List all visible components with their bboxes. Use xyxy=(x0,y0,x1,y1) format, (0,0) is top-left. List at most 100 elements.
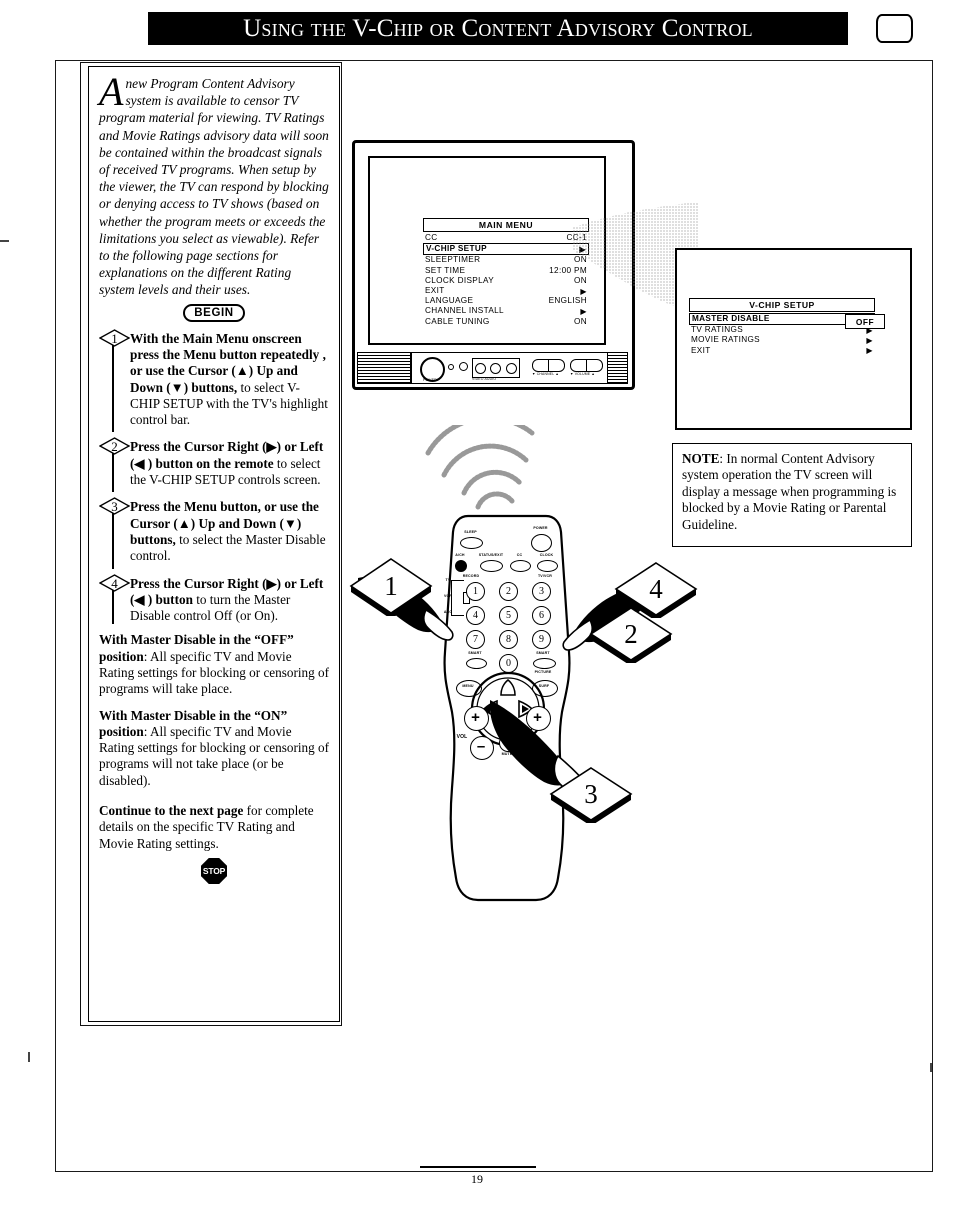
main-menu-row-cable-tuning[interactable]: CABLE TUNING ON xyxy=(423,317,589,327)
main-menu-label-vchip-setup: V-CHIP SETUP xyxy=(426,244,487,254)
vchip-setup-title: V-CHIP SETUP xyxy=(689,298,875,312)
manual-page: Using the V-Chip or Content Advisory Con… xyxy=(0,0,954,1230)
tv-volume-buttons[interactable] xyxy=(570,359,603,372)
tv-volume-down-button xyxy=(571,360,587,371)
vchip-row-movie-ratings[interactable]: MOVIE RATINGS ▶ xyxy=(689,335,875,345)
callout-diamond-1-number: 1 xyxy=(384,570,398,601)
tv-screen: MAIN MENU CC CC-1 V-CHIP SETUP ▶ SLEEPTI… xyxy=(370,158,604,343)
tv-volume-up-button xyxy=(587,360,602,371)
vchip-label-movie-ratings: MOVIE RATINGS xyxy=(691,335,760,345)
callout-diamond-3-number: 3 xyxy=(584,778,598,809)
begin-badge: BEGIN xyxy=(183,303,245,322)
tv-panel-center: POWER VIDEO AUDIO ▼ CHANNEL ▲ ▼ VOLUME ▲ xyxy=(411,352,608,384)
crop-mark-left-top xyxy=(0,240,9,242)
main-menu-row-sleeptimer[interactable]: SLEEPTIMER ON xyxy=(423,255,589,265)
main-menu-label-cc: CC xyxy=(425,233,438,242)
vchip-row-exit[interactable]: EXIT ▶ xyxy=(689,346,875,356)
main-menu-label-sleeptimer: SLEEPTIMER xyxy=(425,255,481,265)
tv-audio-right-jack[interactable] xyxy=(505,362,517,374)
main-menu-label-exit: EXIT xyxy=(425,286,445,296)
tv-volume-label: ▼ VOLUME ▲ xyxy=(570,372,595,376)
tv-channel-label: ▼ CHANNEL ▲ xyxy=(532,372,559,376)
callout-diamond-2-number: 2 xyxy=(624,618,638,649)
step-1: 1 With the Main Menu onscreen press the … xyxy=(99,328,329,433)
main-menu-row-clock-display[interactable]: CLOCK DISPLAY ON xyxy=(423,276,589,286)
callout-diamond-1: 1 xyxy=(348,556,434,619)
step-4-rail xyxy=(112,586,114,625)
vchip-value-exit: ▶ xyxy=(866,346,873,356)
tv-video-jack[interactable] xyxy=(475,362,487,374)
tv-screen-icon xyxy=(876,14,913,43)
stop-badge: STOP xyxy=(201,857,227,884)
continue-bold: Continue to the next page xyxy=(99,803,244,819)
main-menu-label-clock-display: CLOCK DISPLAY xyxy=(425,275,495,285)
main-menu-label-channel-install: CHANNEL INSTALL xyxy=(425,306,504,316)
begin-badge-wrapper: BEGIN xyxy=(99,303,329,322)
page-title: Using the V-Chip or Content Advisory Con… xyxy=(243,14,753,42)
tv-power-label: POWER xyxy=(423,378,437,382)
vchip-setup-callout-panel: V-CHIP SETUP MASTER DISABLE ON TV RATING… xyxy=(675,248,912,430)
main-menu-row-exit[interactable]: EXIT ▶ xyxy=(423,286,589,296)
main-menu-row-cc[interactable]: CC CC-1 xyxy=(423,233,589,243)
tv-channel-buttons[interactable] xyxy=(532,359,565,372)
page-header-bar: Using the V-Chip or Content Advisory Con… xyxy=(148,12,848,45)
main-menu-label-language: LANGUAGE xyxy=(425,296,474,306)
vchip-label-master-disable: MASTER DISABLE xyxy=(692,314,770,323)
intro-dropcap: A xyxy=(99,69,124,114)
instruction-column: Anew Program Content Advisory system is … xyxy=(88,66,340,1022)
svg-text:1: 1 xyxy=(111,331,118,346)
main-menu-row-set-time[interactable]: SET TIME 12:00 PM xyxy=(423,266,589,276)
step-2-badge: 2 xyxy=(99,437,130,456)
step-1-badge: 1 xyxy=(99,328,130,347)
tv-audio-left-jack[interactable] xyxy=(490,362,502,374)
step-4-text: Press the Cursor Right (▶) or Left (◀ ) … xyxy=(130,576,329,625)
main-menu-row-language[interactable]: LANGUAGE ENGLISH xyxy=(423,296,589,306)
vchip-label-tv-ratings: TV RATINGS xyxy=(691,325,744,335)
step-3-rail xyxy=(112,510,114,569)
vchip-label-exit: EXIT xyxy=(691,345,711,355)
step-4-badge: 4 xyxy=(99,573,130,592)
svg-text:4: 4 xyxy=(111,576,118,591)
vchip-off-value-flag: OFF xyxy=(845,314,885,329)
tv-channel-down-button xyxy=(533,360,549,371)
tv-speaker-left xyxy=(357,352,411,384)
callout-diamond-2: 2 xyxy=(588,605,674,666)
master-disable-on-note: With Master Disable in the “ON” position… xyxy=(99,708,329,789)
tv-channel-up-button xyxy=(549,360,564,371)
main-menu-label-cable-tuning: CABLE TUNING xyxy=(425,316,490,326)
tv-led-indicator-2 xyxy=(459,362,468,371)
svg-text:3: 3 xyxy=(111,499,118,514)
power-label: POWER xyxy=(533,526,548,530)
svg-text:2: 2 xyxy=(111,439,118,454)
main-menu-label-set-time: SET TIME xyxy=(425,265,466,275)
tv-jack-label: VIDEO AUDIO xyxy=(472,377,497,381)
step-1-rail xyxy=(112,341,114,433)
intro-text: new Program Content Advisory system is a… xyxy=(99,76,329,298)
step-2-rail xyxy=(112,450,114,493)
step-2-text: Press the Cursor Right (▶) or Left (◀ ) … xyxy=(130,439,329,488)
tv-av-jack-group[interactable] xyxy=(472,358,520,378)
step-2: 2 Press the Cursor Right (▶) or Left (◀ … xyxy=(99,437,329,493)
tv-control-panel: POWER VIDEO AUDIO ▼ CHANNEL ▲ ▼ VOLUME ▲ xyxy=(357,352,628,384)
note-box-label: NOTE xyxy=(682,451,720,466)
page-footer-rule xyxy=(420,1166,536,1168)
main-menu-row-vchip-setup[interactable]: V-CHIP SETUP ▶ xyxy=(423,243,589,256)
main-menu-row-channel-install[interactable]: CHANNEL INSTALL ▶ xyxy=(423,306,589,316)
main-menu-title: MAIN MENU xyxy=(423,218,589,232)
vchip-value-movie-ratings: ▶ xyxy=(866,336,873,345)
crop-mark-left-bottom xyxy=(28,1052,30,1062)
note-box: NOTE: In normal Content Advisory system … xyxy=(672,443,912,547)
continue-note: Continue to the next page for complete d… xyxy=(99,803,329,852)
page-number: 19 xyxy=(471,1172,483,1186)
step-1-text: With the Main Menu onscreen press the Me… xyxy=(130,331,329,429)
sleep-label: SLEEP xyxy=(464,530,477,534)
step-3: 3 Press the Menu button, or use the Curs… xyxy=(99,497,329,569)
intro-paragraph: Anew Program Content Advisory system is … xyxy=(99,69,329,299)
step-3-text: Press the Menu button, or use the Cursor… xyxy=(130,499,329,564)
crop-mark-right xyxy=(930,1063,932,1072)
stop-badge-wrapper: STOP xyxy=(99,857,329,884)
callout-diamond-3: 3 xyxy=(548,765,634,826)
main-menu-osd: MAIN MENU CC CC-1 V-CHIP SETUP ▶ SLEEPTI… xyxy=(423,218,589,327)
tv-led-indicator-1 xyxy=(448,364,454,370)
ir-signal-waves-icon xyxy=(425,425,535,510)
